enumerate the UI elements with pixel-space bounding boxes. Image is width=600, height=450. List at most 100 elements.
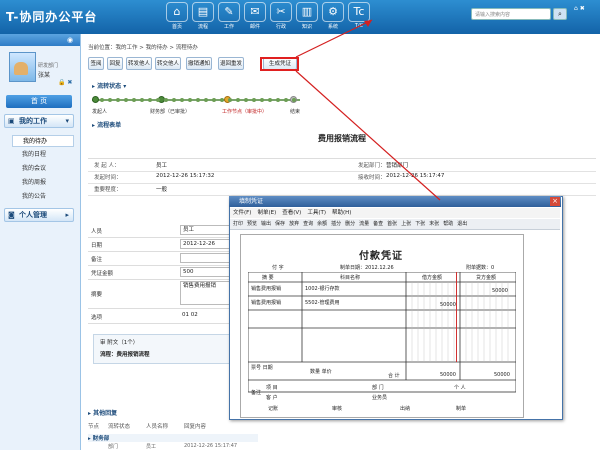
sidebar-item-todo[interactable]: 我的待办 (12, 135, 74, 147)
form-title: 费用报销流程 (318, 134, 366, 143)
transfer-button[interactable]: 转交他人 (155, 57, 181, 70)
voucher-toolbar-button[interactable]: 首张 (387, 219, 397, 229)
nav-label: 邮件 (249, 24, 260, 30)
sidebar-section-personal[interactable]: ◙ 个人管理 ▸ (4, 208, 74, 222)
detail-label: 选项 (91, 315, 103, 321)
forward-button[interactable]: 转发他人 (126, 57, 152, 70)
form-section-title: ▸ 流程表单 (92, 122, 122, 129)
nav-item-flow[interactable]: ▤ 流程 (191, 2, 215, 32)
voucher-menu-item[interactable]: 帮助(H) (332, 208, 351, 218)
replies-col: 节点 (88, 424, 100, 430)
form-section-label: 流程表单 (97, 122, 122, 129)
flow-node-label: 结束 (290, 109, 301, 115)
nav-item-tc[interactable]: Tc T/C (347, 2, 371, 32)
form-label: 发 起 人： (94, 163, 120, 169)
voucher-window-title: 填制凭证 (229, 196, 561, 207)
replies-cell: 2012-12-26 15:17:47 (184, 443, 238, 449)
flow-dot (124, 98, 128, 102)
voucher-toolbar-button[interactable]: 输出 (261, 219, 271, 229)
flow-dot (188, 98, 192, 102)
flow-dot (100, 98, 104, 102)
user-lock-icon[interactable]: 🔒 ✖ (58, 79, 72, 86)
note-line: 审 附文（1个） (100, 340, 139, 346)
voucher-menu-item[interactable]: 文件(F) (233, 208, 251, 218)
work-icon: ✎ (218, 2, 240, 22)
voucher-toolbar-button[interactable]: 余额 (317, 219, 327, 229)
search-input[interactable]: 请输入搜索内容 (471, 8, 551, 20)
voucher-toolbar-button[interactable]: 上张 (401, 219, 411, 229)
system-icon: ⚙ (322, 2, 344, 22)
revoke-notice-button[interactable]: 撤销通知 (186, 57, 212, 70)
flow-dot (148, 98, 152, 102)
close-icon[interactable]: × (550, 197, 560, 206)
voucher-person: 个 人 (454, 385, 466, 391)
voucher-bookkeeper: 记账 (268, 406, 279, 412)
voucher-qty-label: 数量 单价 (310, 369, 332, 375)
voucher-toolbar: 打印 预览 输出 保存 放弃 查询 余额 插分 删分 流量 备查 首张 上张 下张 末张 帮助 退出 (230, 219, 560, 230)
nav-item-home[interactable]: ⌂ 首页 (165, 2, 189, 32)
voucher-row-summary: 销售费用报销 (251, 300, 282, 306)
voucher-col-summary: 摘 要 (262, 275, 274, 281)
form-value: 一般 (156, 187, 168, 193)
voucher-toolbar-button[interactable]: 帮助 (443, 219, 453, 229)
sign-button[interactable]: 签阅 (88, 57, 104, 70)
detail-label: 摘要 (91, 292, 103, 298)
voucher-toolbar-button[interactable]: 打印 (233, 219, 243, 229)
chevron-down-icon: ▾ (65, 117, 69, 125)
voucher-menu-item[interactable]: 查看(V) (282, 208, 301, 218)
flow-dot (156, 98, 160, 102)
voucher-remark: 备注 (251, 390, 262, 396)
nav-item-mail[interactable]: ✉ 邮件 (243, 2, 267, 32)
voucher-toolbar-button[interactable]: 退出 (457, 219, 467, 229)
voucher-toolbar-button[interactable]: 保存 (275, 219, 285, 229)
replies-cell: 部门 (108, 444, 119, 450)
voucher-row-account: 1002-银行存款 (305, 286, 340, 292)
flow-dot (284, 98, 288, 102)
voucher-toolbar-button[interactable]: 流量 (359, 219, 369, 229)
voucher-toolbar-button[interactable]: 备查 (373, 219, 383, 229)
voucher-menu-item[interactable]: 制单(E) (257, 208, 276, 218)
collapse-icon[interactable]: ◉ (67, 36, 73, 44)
nav-label: 行政 (275, 24, 286, 30)
sidebar-home-button[interactable]: 首 页 (6, 95, 72, 108)
voucher-col-account: 科目名称 (340, 275, 361, 281)
other-replies-title: ▸ 其他回复 (88, 410, 118, 417)
nav-item-system[interactable]: ⚙ 系统 (321, 2, 345, 32)
voucher-toolbar-button[interactable]: 查询 (303, 219, 313, 229)
voucher-toolbar-button[interactable]: 预览 (247, 219, 257, 229)
sidebar-section-my-work[interactable]: ▣ 我的工作 ▾ (4, 114, 74, 128)
replies-dept: ▸ 财务部 (88, 434, 258, 442)
form-value: 营销部门 (386, 163, 409, 169)
flow-dot (108, 98, 112, 102)
voucher-type: 付 字 (272, 265, 284, 271)
return-resend-button[interactable]: 退回重发 (218, 57, 244, 70)
voucher-toolbar-button[interactable]: 插分 (331, 219, 341, 229)
detail-label: 日期 (91, 243, 103, 249)
sidebar-item-meeting[interactable]: 我的会议 (12, 163, 74, 175)
voucher-menu-item[interactable]: 工具(T) (307, 208, 326, 218)
sidebar-item-notice[interactable]: 我的公告 (12, 191, 74, 203)
voucher-toolbar-button[interactable]: 下张 (415, 219, 425, 229)
nav-item-work[interactable]: ✎ 工作 (217, 2, 241, 32)
sidebar-item-schedule[interactable]: 我的日程 (12, 149, 74, 161)
search-button[interactable]: ⌕ (553, 8, 567, 20)
voucher-toolbar-button[interactable]: 删分 (345, 219, 355, 229)
nav-item-admin[interactable]: ✂ 行政 (269, 2, 293, 32)
nav-label: 流程 (197, 24, 208, 30)
flow-dot (196, 98, 200, 102)
window-controls[interactable]: ⌂ ✖ (574, 5, 585, 12)
flow-dot (140, 98, 144, 102)
form-label: 发起时间： (94, 175, 122, 181)
reply-button[interactable]: 回复 (107, 57, 123, 70)
form-value: 员工 (156, 163, 168, 169)
voucher-menubar: 文件(F) 制单(E) 查看(V) 工具(T) 帮助(H) (230, 208, 560, 218)
nav-item-knowledge[interactable]: ▥ 知识 (295, 2, 319, 32)
form-value: 2012-12-26 15:17:47 (386, 173, 445, 179)
voucher-toolbar-button[interactable]: 末张 (429, 219, 439, 229)
voucher-col-credit: 贷方金额 (476, 275, 497, 281)
voucher-toolbar-button[interactable]: 放弃 (289, 219, 299, 229)
sidebar-item-weekly[interactable]: 我的周报 (12, 177, 74, 189)
voucher-total-debit: 50000 (440, 372, 456, 378)
voucher-title: 付款凭证 (359, 251, 403, 262)
voucher-marker-line (456, 272, 457, 362)
